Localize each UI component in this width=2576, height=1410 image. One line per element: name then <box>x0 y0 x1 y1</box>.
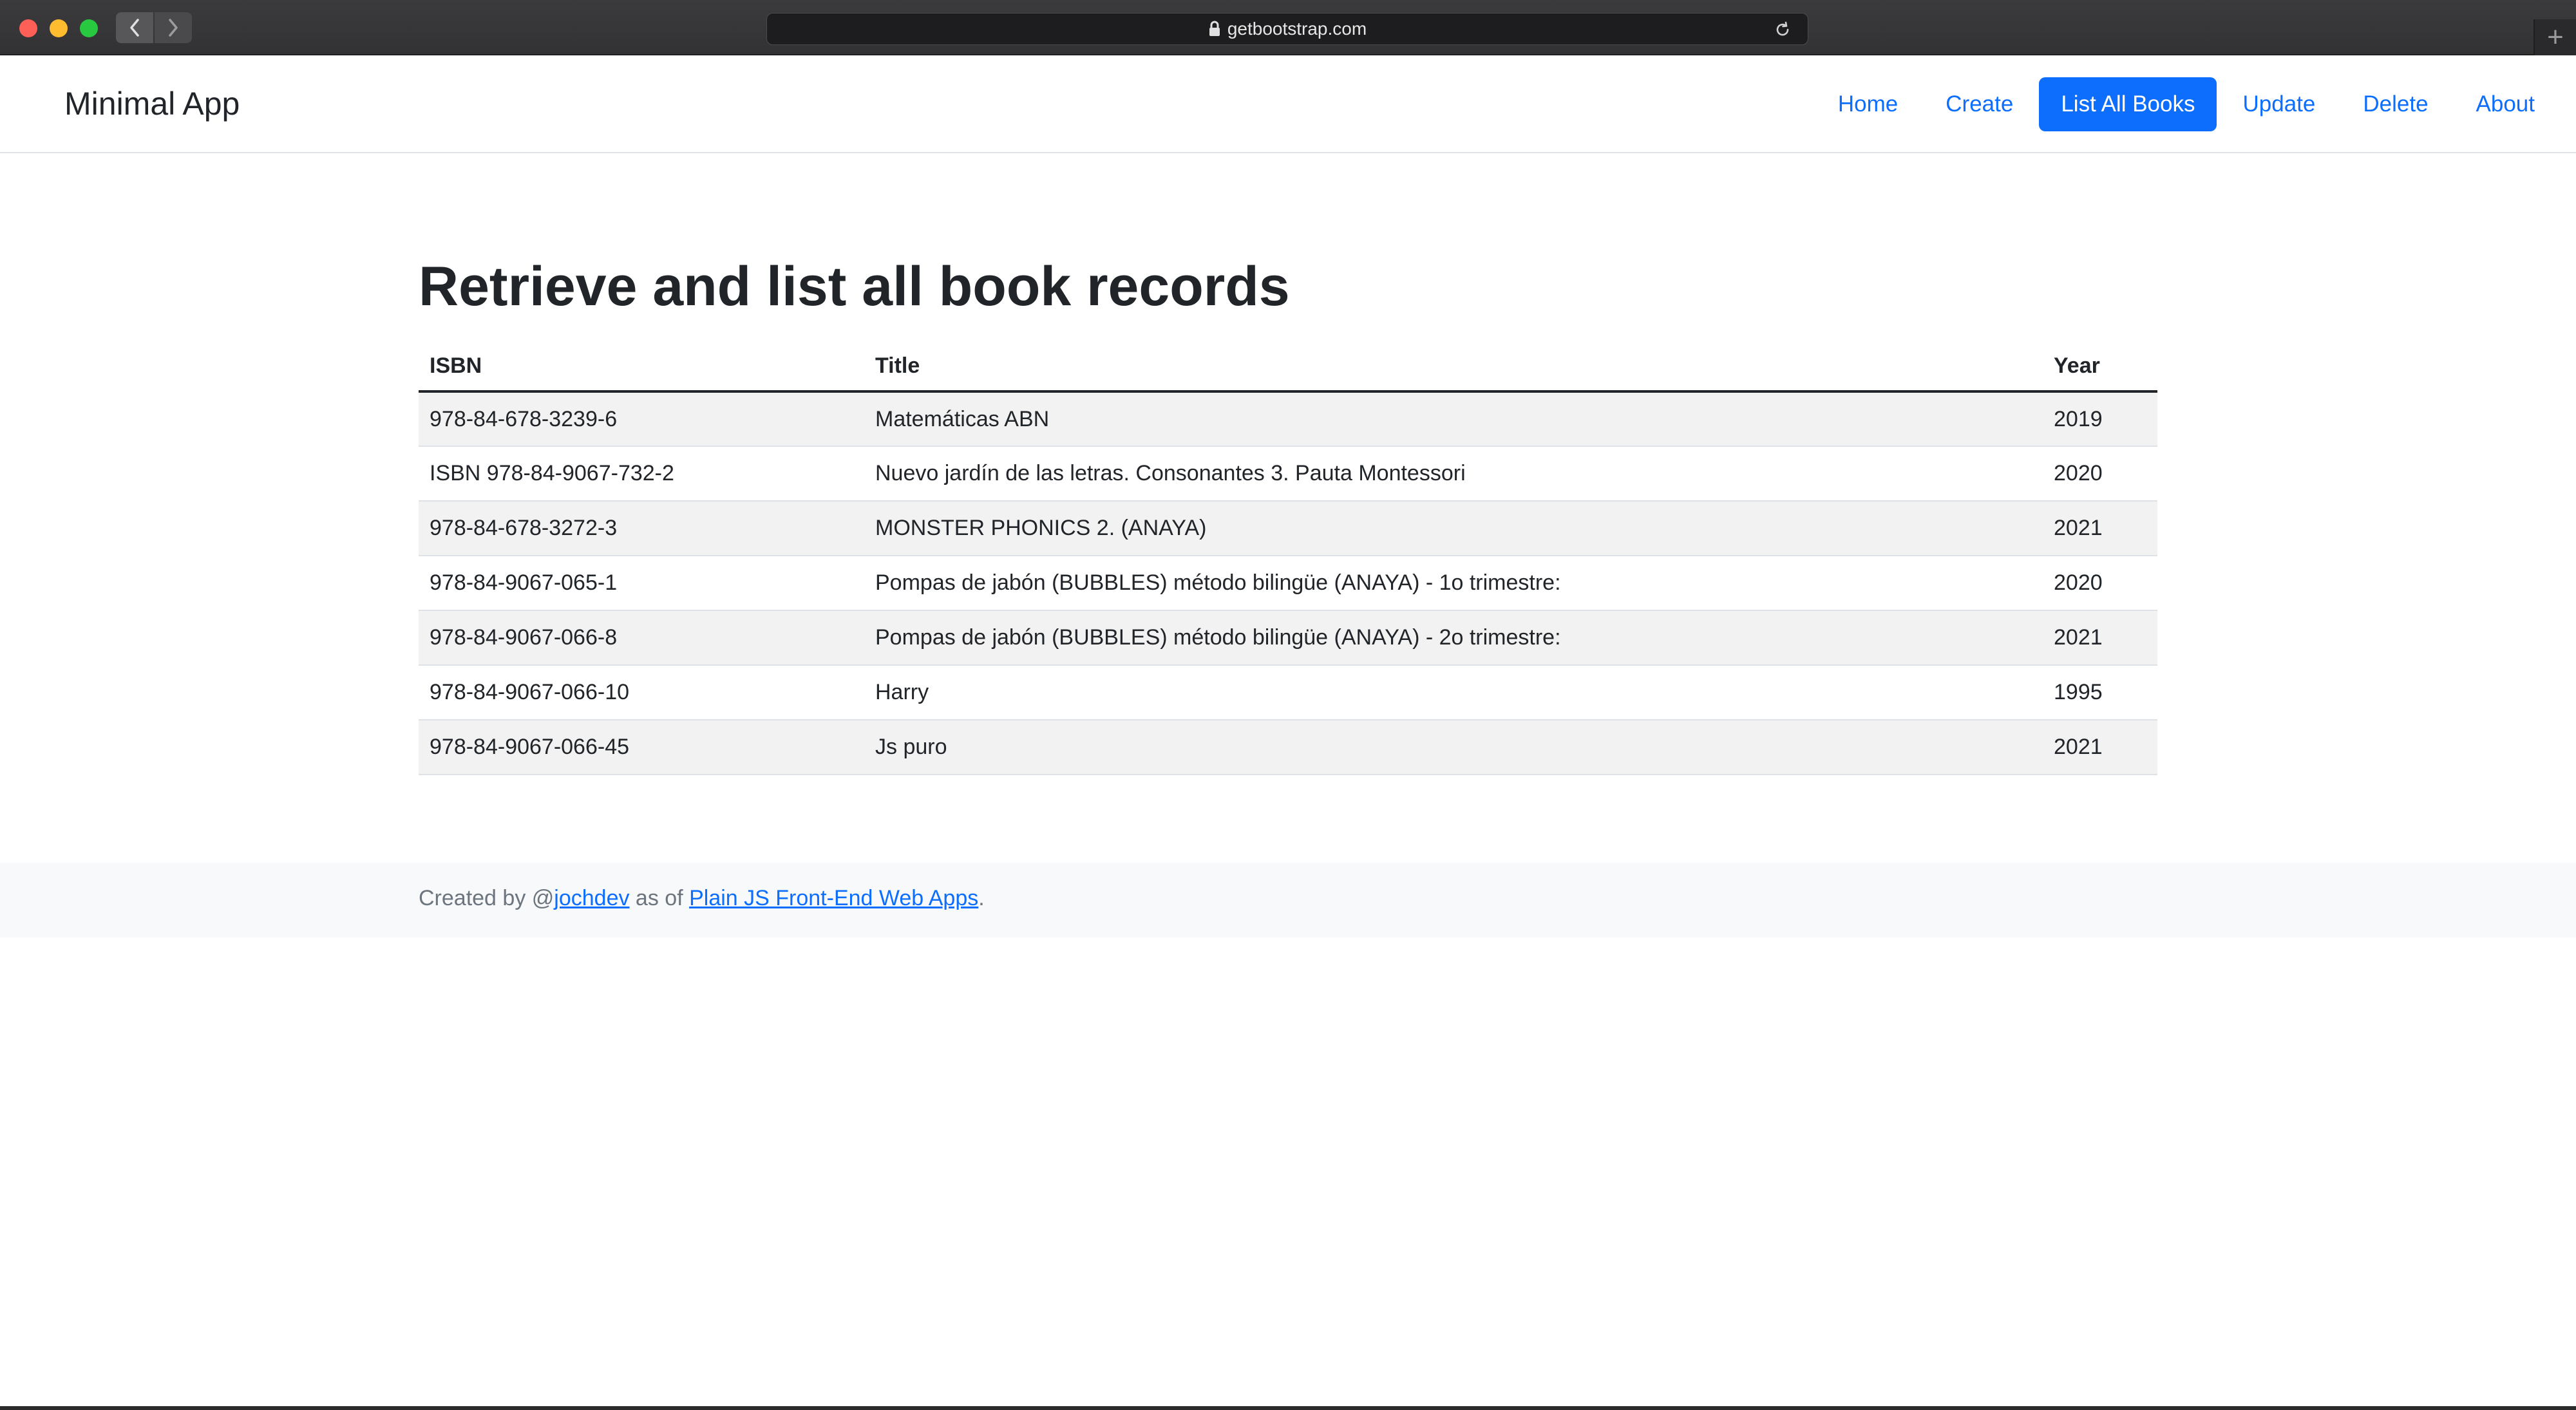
table-row: ISBN 978-84-9067-732-2 Nuevo jardín de l… <box>419 446 2157 502</box>
footer-prefix: Created by @ <box>419 886 554 910</box>
author-link[interactable]: jochdev <box>554 886 629 910</box>
table-row: 978-84-678-3272-3 MONSTER PHONICS 2. (AN… <box>419 501 2157 556</box>
app-navbar: Minimal App Home Create List All Books U… <box>0 57 2576 153</box>
back-button[interactable] <box>116 12 153 43</box>
year-cell: 1995 <box>2043 665 2157 720</box>
year-cell: 2021 <box>2043 720 2157 775</box>
title-cell: Harry <box>864 665 2043 720</box>
table-row: 978-84-9067-066-8 Pompas de jabón (BUBBL… <box>419 610 2157 666</box>
close-window-icon[interactable] <box>19 19 37 37</box>
nav-link-about[interactable]: About <box>2454 77 2557 131</box>
page-footer: Created by @jochdev as of Plain JS Front… <box>0 863 2576 937</box>
isbn-cell: 978-84-678-3239-6 <box>419 391 864 447</box>
table-row: 978-84-678-3239-6 Matemáticas ABN 2019 <box>419 391 2157 447</box>
chevron-left-icon <box>130 19 139 37</box>
year-cell: 2021 <box>2043 501 2157 556</box>
isbn-cell: 978-84-9067-066-8 <box>419 610 864 666</box>
nav-link-home[interactable]: Home <box>1816 77 1920 131</box>
book-link[interactable]: Plain JS Front-End Web Apps <box>689 886 978 910</box>
title-cell: Js puro <box>864 720 2043 775</box>
isbn-cell: ISBN 978-84-9067-732-2 <box>419 446 864 502</box>
books-table: ISBN Title Year 978-84-678-3239-6 Matemá… <box>419 341 2157 775</box>
forward-button[interactable] <box>155 12 192 43</box>
title-cell: Nuevo jardín de las letras. Consonantes … <box>864 446 2043 502</box>
column-header-title: Title <box>864 341 2043 393</box>
table-row: 978-84-9067-066-45 Js puro 2021 <box>419 720 2157 775</box>
nav-links: Home Create List All Books Update Delete… <box>1812 77 2557 131</box>
nav-link-delete[interactable]: Delete <box>2341 77 2450 131</box>
title-cell: Pompas de jabón (BUBBLES) método bilingü… <box>864 556 2043 611</box>
year-cell: 2019 <box>2043 391 2157 447</box>
table-row: 978-84-9067-065-1 Pompas de jabón (BUBBL… <box>419 556 2157 611</box>
table-header-row: ISBN Title Year <box>419 341 2157 393</box>
reload-icon[interactable] <box>1772 19 1794 41</box>
isbn-cell: 978-84-9067-066-10 <box>419 665 864 720</box>
nav-link-create[interactable]: Create <box>1924 77 2035 131</box>
title-cell: MONSTER PHONICS 2. (ANAYA) <box>864 501 2043 556</box>
lock-icon <box>1208 21 1221 37</box>
column-header-year: Year <box>2043 341 2157 393</box>
isbn-cell: 978-84-9067-066-45 <box>419 720 864 775</box>
title-cell: Matemáticas ABN <box>864 391 2043 447</box>
table-row: 978-84-9067-066-10 Harry 1995 <box>419 665 2157 720</box>
url-text: getbootstrap.com <box>1227 19 1367 39</box>
title-cell: Pompas de jabón (BUBBLES) método bilingü… <box>864 610 2043 666</box>
minimize-window-icon[interactable] <box>50 19 68 37</box>
new-tab-button[interactable]: + <box>2533 19 2576 55</box>
nav-link-list-all-books[interactable]: List All Books <box>2039 77 2217 131</box>
footer-credits: Created by @jochdev as of Plain JS Front… <box>419 886 985 911</box>
footer-middle: as of <box>629 886 690 910</box>
footer-suffix: . <box>978 886 985 910</box>
year-cell: 2021 <box>2043 610 2157 666</box>
year-cell: 2020 <box>2043 446 2157 502</box>
isbn-cell: 978-84-678-3272-3 <box>419 501 864 556</box>
maximize-window-icon[interactable] <box>80 19 98 37</box>
main-content: Retrieve and list all book records ISBN … <box>419 251 2157 775</box>
chevron-right-icon <box>169 19 178 37</box>
brand-logo[interactable]: Minimal App <box>64 85 240 122</box>
plus-icon: + <box>2547 21 2564 53</box>
isbn-cell: 978-84-9067-065-1 <box>419 556 864 611</box>
year-cell: 2020 <box>2043 556 2157 611</box>
nav-link-update[interactable]: Update <box>2221 77 2337 131</box>
column-header-isbn: ISBN <box>419 341 864 393</box>
page-title: Retrieve and list all book records <box>419 256 1290 317</box>
address-bar[interactable]: getbootstrap.com <box>766 13 1808 45</box>
browser-toolbar: getbootstrap.com + <box>0 0 2576 55</box>
bottom-border <box>0 1406 2576 1410</box>
